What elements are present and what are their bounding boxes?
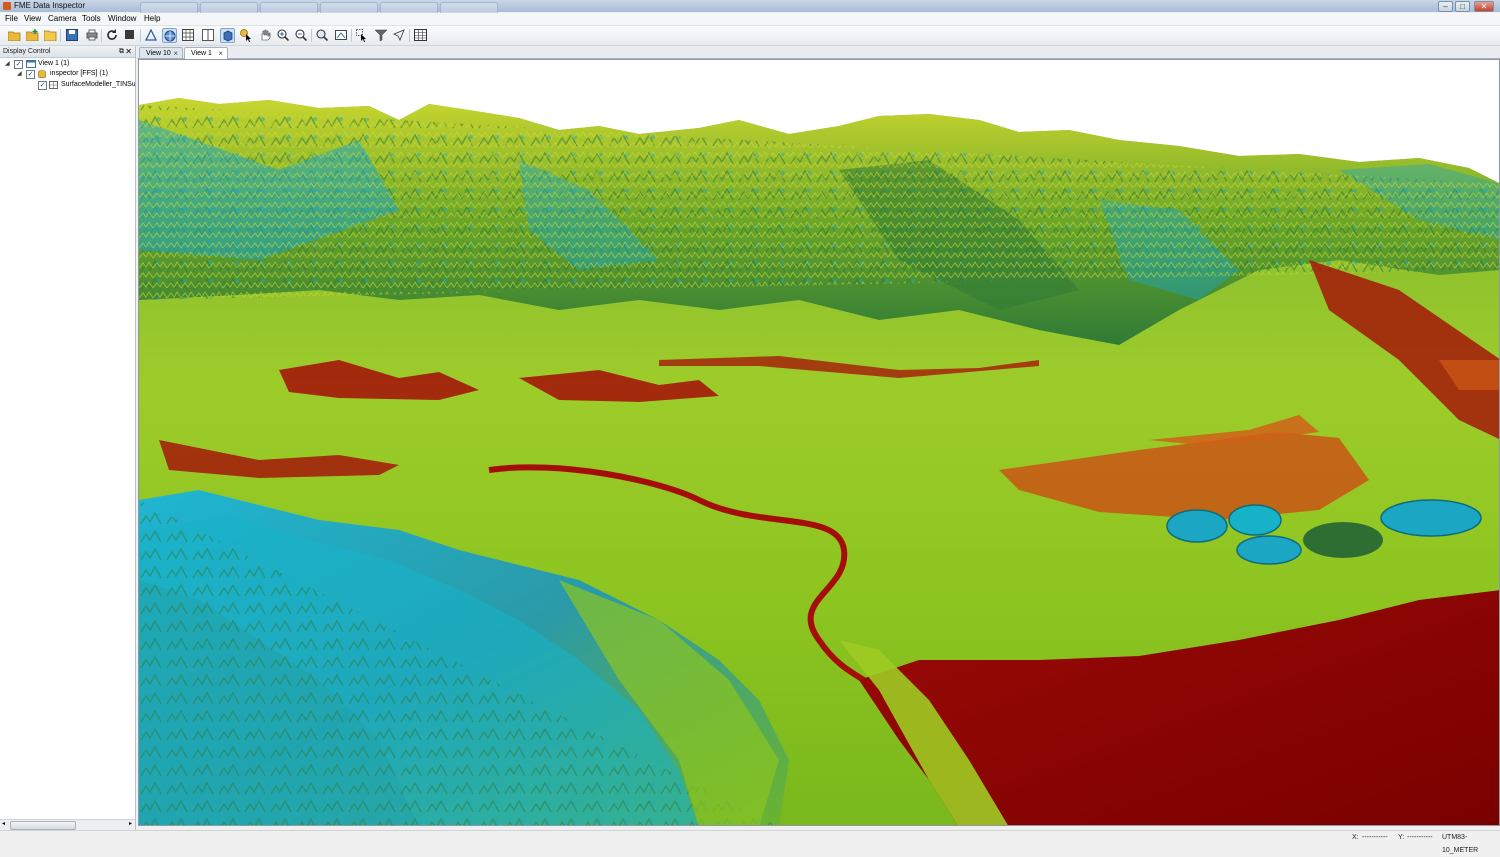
y-coordinate-value: ----------- [1407,834,1433,841]
menu-tools[interactable]: Tools [82,13,101,25]
tree-row-feature-type[interactable]: ✓ SurfaceModeller_TINSu [0,80,135,90]
collapse-arrow-icon[interactable]: ◢ [5,60,11,68]
status-bar: X: ----------- Y: ----------- UTM83-10_M… [0,830,1500,854]
tree-label: inspector [FFS] (1) [50,70,108,77]
grid-icon[interactable] [413,28,427,42]
y-coordinate-label: Y: [1398,834,1405,841]
measure-icon[interactable] [334,28,348,42]
background-taskbar-tab[interactable] [200,2,258,13]
dataset-database-icon [38,70,46,79]
view-window-icon [26,60,36,68]
menu-help[interactable]: Help [144,13,160,25]
panel-title: Display Control [3,48,51,55]
coordinate-system: UTM83-10_METER [1442,834,1479,854]
collapse-arrow-icon[interactable]: ◢ [17,70,23,78]
close-window-button[interactable]: ✕ [1474,1,1494,12]
add-dataset-icon[interactable] [25,28,39,42]
open-dataset-icon[interactable] [7,28,21,42]
close-tab-icon[interactable]: × [218,48,223,59]
display-control-panel: Display Control ⧉ ✕ ◢ ✓ View 1 (1) ◢ ✓ i… [0,46,136,830]
save-icon[interactable] [65,28,79,42]
pan-hand-icon[interactable] [258,28,272,42]
tree-label: SurfaceModeller_TINSu [61,81,135,88]
tab-view-10[interactable]: View 10 × [139,47,183,58]
background-taskbar-tab[interactable] [260,2,318,13]
menu-file[interactable]: File [5,13,18,25]
x-coordinate-value: ----------- [1362,834,1388,841]
filter-icon[interactable] [374,28,388,42]
print-icon[interactable] [85,28,99,42]
menu-bar: File View Camera Tools Window Help [0,13,1500,26]
open-folder-icon[interactable] [43,28,57,42]
maximize-button[interactable]: □ [1455,1,1470,12]
menu-view[interactable]: View [24,13,41,25]
toolbar-separator [409,29,410,42]
refresh-icon[interactable] [105,28,119,42]
zoom-out-icon[interactable] [294,28,308,42]
close-tab-icon[interactable]: × [173,48,178,59]
x-coordinate-label: X: [1352,834,1359,841]
tree-row-view[interactable]: ◢ ✓ View 1 (1) [0,59,135,69]
minimize-button[interactable]: – [1438,1,1453,12]
window-title: FME Data Inspector [14,1,86,10]
tab-view-1[interactable]: View 1 × [184,47,228,59]
menu-camera[interactable]: Camera [48,13,76,25]
app-logo-icon [3,2,11,10]
tree-label: View 1 (1) [38,60,70,67]
toolbar-separator [351,29,352,42]
menu-window[interactable]: Window [108,13,136,25]
select-icon[interactable] [355,28,369,42]
navigate-icon[interactable] [392,28,406,42]
orbit-icon[interactable] [220,28,235,43]
background-taskbar-tab[interactable] [380,2,438,13]
display-control-header: Display Control ⧉ ✕ [0,46,135,58]
dataset-checkbox[interactable]: ✓ [26,70,35,79]
toolbar-separator [60,29,61,42]
background-taskbar-tab[interactable] [140,2,198,13]
tree-row-dataset[interactable]: ◢ ✓ inspector [FFS] (1) [0,69,135,79]
tab-label: View 1 [191,50,212,57]
toolbar-separator [101,29,102,42]
panel-horizontal-scrollbar[interactable]: ◂ ▸ [0,819,135,830]
draw-style-icon[interactable] [144,28,158,42]
view-tab-bar: View 10 × View 1 × [137,46,1500,59]
toolbar-separator [140,29,141,42]
zoom-extent-icon[interactable] [315,28,329,42]
tin-surface-icon [49,81,58,89]
3d-terrain-viewport[interactable] [138,59,1500,826]
toolbar-separator [311,29,312,42]
main-toolbar [0,26,1500,46]
tab-label: View 10 [146,50,171,57]
stop-icon[interactable] [123,28,137,42]
title-bar: FME Data Inspector – □ ✕ [0,0,1500,13]
close-panel-icon[interactable]: ✕ [125,46,132,57]
scroll-left-icon[interactable]: ◂ [2,820,5,829]
float-panel-icon[interactable]: ⧉ [119,46,124,57]
background-taskbar-tab[interactable] [320,2,378,13]
table-view-icon[interactable] [181,28,195,42]
background-taskbar-tab[interactable] [440,2,498,13]
view-3d-icon[interactable] [162,28,177,43]
split-view-icon[interactable] [201,28,215,42]
view-checkbox[interactable]: ✓ [14,60,23,69]
scroll-thumb[interactable] [10,821,76,830]
scroll-right-icon[interactable]: ▸ [129,820,132,829]
zoom-in-icon[interactable] [276,28,290,42]
select-pointer-icon[interactable] [239,28,253,42]
feature-type-checkbox[interactable]: ✓ [38,81,47,90]
terrain-surface-render[interactable] [139,60,1500,826]
